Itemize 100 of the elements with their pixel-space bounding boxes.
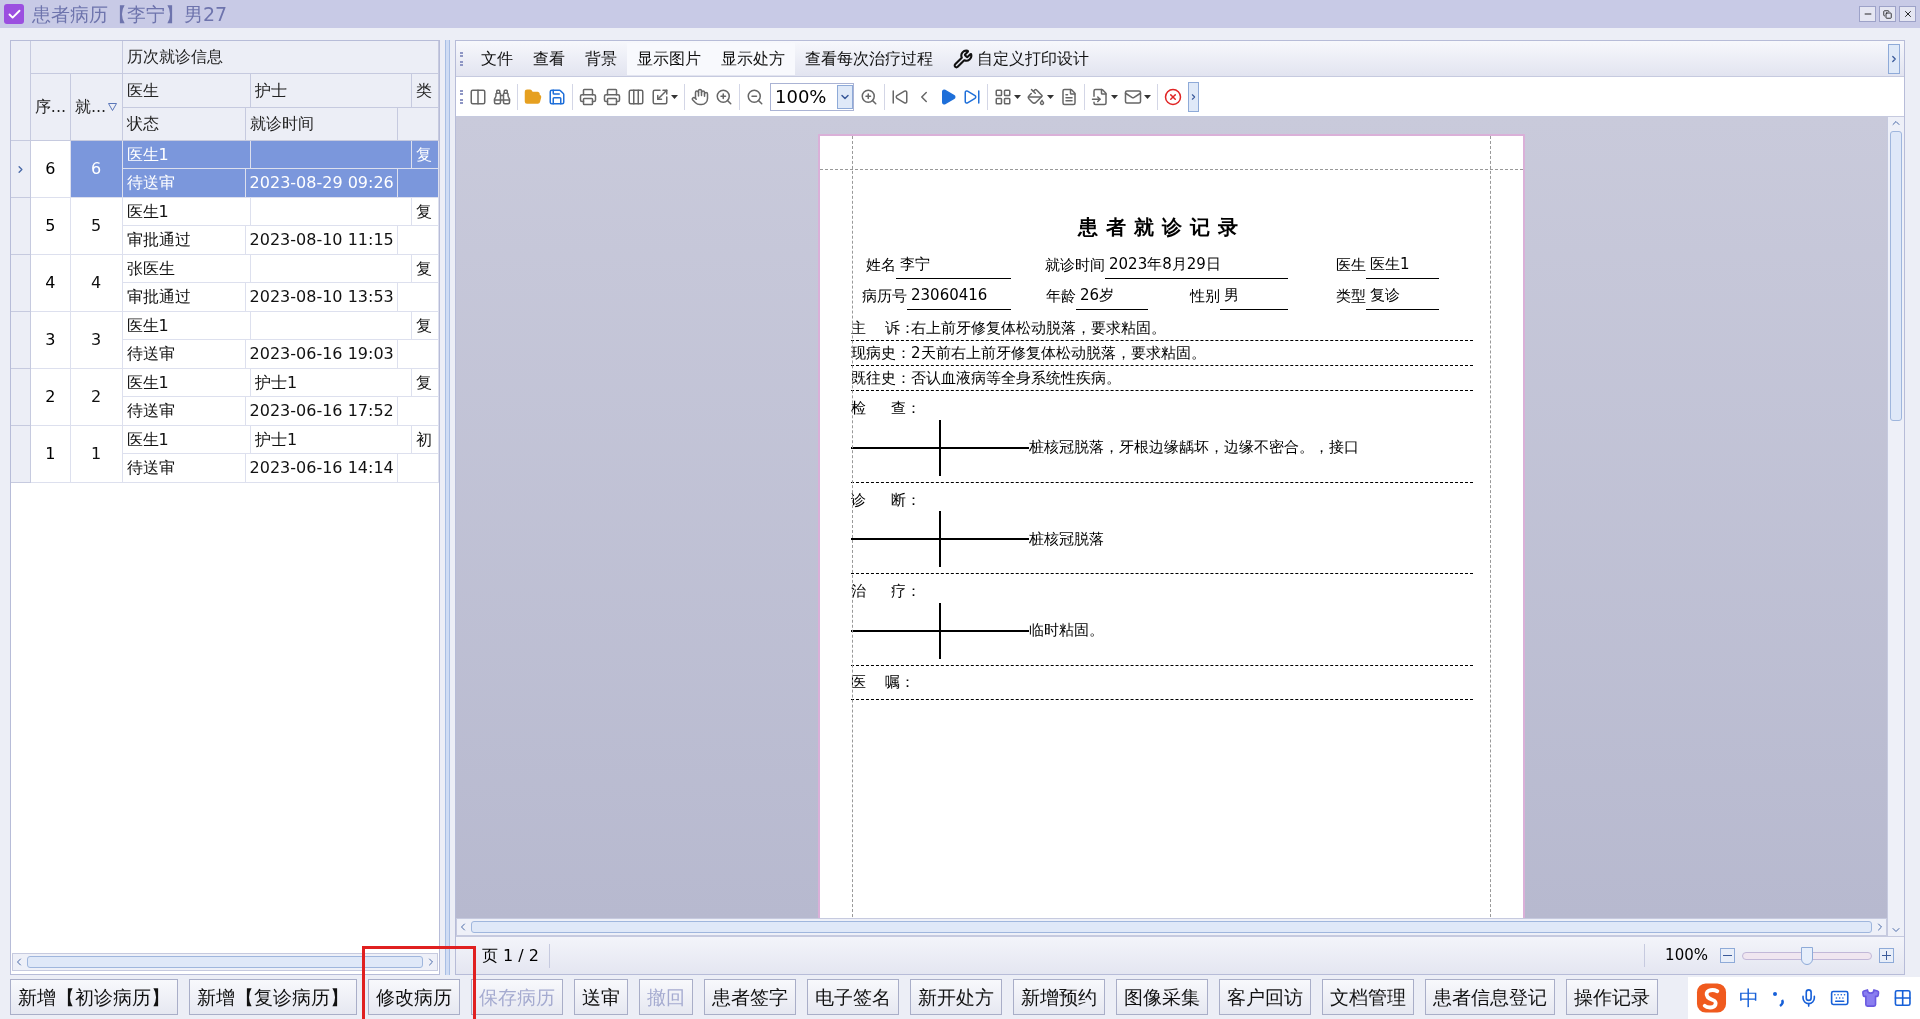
grip-icon[interactable] — [460, 89, 463, 104]
action-button[interactable]: 客户回访 — [1219, 979, 1311, 1015]
zoom-out-button[interactable] — [1720, 948, 1735, 963]
binoculars-icon[interactable] — [493, 87, 511, 106]
table-cell: 医生1 — [122, 141, 251, 169]
table-cell: 复 — [412, 141, 439, 169]
table-cell: 待送审 — [122, 340, 246, 369]
input-mode[interactable]: 中 — [1739, 983, 1759, 1013]
field-value: 复诊 — [1366, 283, 1439, 310]
document-icon[interactable] — [1060, 87, 1078, 106]
paint-bucket-icon[interactable] — [1027, 87, 1045, 106]
action-button[interactable]: 新增【复诊病历】 — [189, 979, 357, 1015]
table-row[interactable]: 2 2 医生1 护士1 复 待送审 2023-06-16 17:52 — [11, 369, 439, 426]
field-label: 类型 — [1336, 285, 1366, 307]
save-icon[interactable] — [548, 87, 566, 106]
magnifier-icon[interactable] — [715, 87, 733, 106]
table-cell: 复 — [412, 369, 439, 397]
grip-icon[interactable] — [460, 51, 463, 66]
table-row[interactable]: 4 4 张医生 复 审批通过 2023-08-10 13:53 — [11, 255, 439, 312]
column-header[interactable]: 就... — [70, 74, 123, 141]
dropdown-arrow-icon[interactable] — [1047, 94, 1054, 99]
menu-item[interactable]: 显示图片 — [627, 42, 711, 75]
scale-icon[interactable] — [651, 87, 669, 106]
table-row[interactable]: 5 5 医生1 复 审批通过 2023-08-10 11:15 — [11, 198, 439, 255]
panels-icon[interactable] — [469, 87, 487, 106]
overflow-button[interactable] — [1188, 81, 1199, 112]
table-cell: 3 — [30, 312, 71, 369]
export-icon[interactable] — [1091, 87, 1109, 106]
mail-icon[interactable] — [1124, 87, 1142, 106]
table-cell: 5 — [70, 198, 123, 255]
column-header[interactable]: 护士 — [251, 74, 413, 108]
input-method-logo-icon[interactable] — [1696, 982, 1727, 1014]
play-icon[interactable] — [939, 87, 957, 106]
menu-item[interactable]: 显示处方 — [711, 42, 795, 75]
zoom-slider-thumb[interactable] — [1801, 946, 1813, 965]
action-button[interactable]: 送审 — [574, 979, 628, 1015]
menu-item[interactable]: 背景 — [575, 42, 627, 75]
close-icon[interactable] — [1899, 6, 1916, 22]
section-label: 诊 断： — [851, 489, 922, 511]
field-label: 就诊时间 — [1045, 254, 1105, 276]
hand-icon[interactable] — [691, 87, 709, 106]
column-header[interactable]: 状态 — [122, 108, 246, 141]
section-text: 桩核冠脱落，牙根边缘龋坏，边缘不密合。，接口 — [1029, 437, 1359, 459]
table-row[interactable]: 3 3 医生1 复 待送审 2023-06-16 19:03 — [11, 312, 439, 369]
dropdown-arrow-icon[interactable] — [1144, 94, 1151, 99]
chevron-right-icon — [1189, 91, 1198, 102]
field-value: 2023年8月29日 — [1105, 252, 1288, 279]
action-button[interactable]: 电子签名 — [807, 979, 899, 1015]
skip-forward-icon[interactable] — [963, 87, 981, 106]
table-cell: 1 — [30, 426, 71, 483]
dropdown-arrow-icon[interactable] — [1014, 94, 1021, 99]
action-button[interactable]: 文档管理 — [1322, 979, 1414, 1015]
table-cell: 2 — [70, 369, 123, 426]
action-button[interactable]: 操作记录 — [1566, 979, 1658, 1015]
zoom-out-icon[interactable] — [746, 87, 764, 106]
printer-icon[interactable] — [603, 87, 621, 106]
action-button[interactable]: 患者签字 — [704, 979, 796, 1015]
menu-item[interactable]: 查看每次治疗过程 — [795, 42, 943, 75]
grid-icon[interactable] — [1892, 988, 1912, 1008]
dropdown-icon[interactable] — [837, 84, 853, 109]
action-button[interactable]: 新增【初诊病历】 — [10, 979, 178, 1015]
section-label: 治 疗： — [851, 581, 922, 602]
printer-icon[interactable] — [579, 87, 597, 106]
keyboard-icon[interactable] — [1829, 988, 1850, 1008]
table-row[interactable]: 6 6 医生1 复 待送审 2023-08-29 09:26 — [11, 141, 439, 198]
overflow-button[interactable] — [1888, 43, 1900, 74]
minimize-icon[interactable] — [1859, 6, 1876, 22]
column-header[interactable]: 序... — [30, 74, 71, 141]
column-header[interactable]: 类 — [412, 74, 439, 108]
column-header[interactable]: 医生 — [122, 74, 252, 108]
zoom-combo[interactable]: 100% — [770, 82, 854, 111]
section-text: 桩核冠脱落 — [1029, 528, 1104, 550]
filter-icon[interactable] — [108, 103, 118, 111]
table-cell: 2023-06-16 14:14 — [245, 454, 398, 483]
dropdown-arrow-icon[interactable] — [1111, 94, 1118, 99]
grid-icon[interactable] — [994, 87, 1012, 106]
page-frame-icon[interactable] — [627, 87, 645, 106]
table-cell: 6 — [31, 141, 71, 198]
table-row[interactable]: 1 1 医生1 护士1 初 待送审 2023-06-16 14:14 — [11, 426, 439, 483]
action-button[interactable]: 图像采集 — [1116, 979, 1208, 1015]
skip-back-icon[interactable] — [891, 87, 909, 106]
menu-item[interactable]: 文件 — [471, 42, 523, 75]
column-header[interactable]: 就诊时间 — [245, 108, 398, 141]
action-button[interactable]: 修改病历 — [368, 979, 460, 1015]
checkbox-icon — [4, 4, 24, 24]
field-value: 医生1 — [1366, 252, 1439, 279]
action-button[interactable]: 新开处方 — [910, 979, 1002, 1015]
zoom-in-icon[interactable] — [860, 87, 878, 106]
menu-item[interactable]: 查看 — [523, 42, 575, 75]
zoom-in-button[interactable] — [1879, 948, 1894, 963]
action-button[interactable]: 患者信息登记 — [1425, 979, 1555, 1015]
punctuation-icon[interactable] — [1771, 989, 1787, 1007]
table-cell: 2023-06-16 17:52 — [245, 397, 398, 426]
action-button[interactable]: 新增预约 — [1013, 979, 1105, 1015]
menu-item[interactable]: 自定义打印设计 — [943, 42, 1099, 75]
restore-icon[interactable] — [1879, 6, 1896, 22]
table-cell: 2 — [30, 369, 71, 426]
skin-icon[interactable] — [1861, 988, 1881, 1008]
dropdown-arrow-icon[interactable] — [671, 94, 678, 99]
table-cell: 2023-06-16 19:03 — [245, 340, 398, 369]
